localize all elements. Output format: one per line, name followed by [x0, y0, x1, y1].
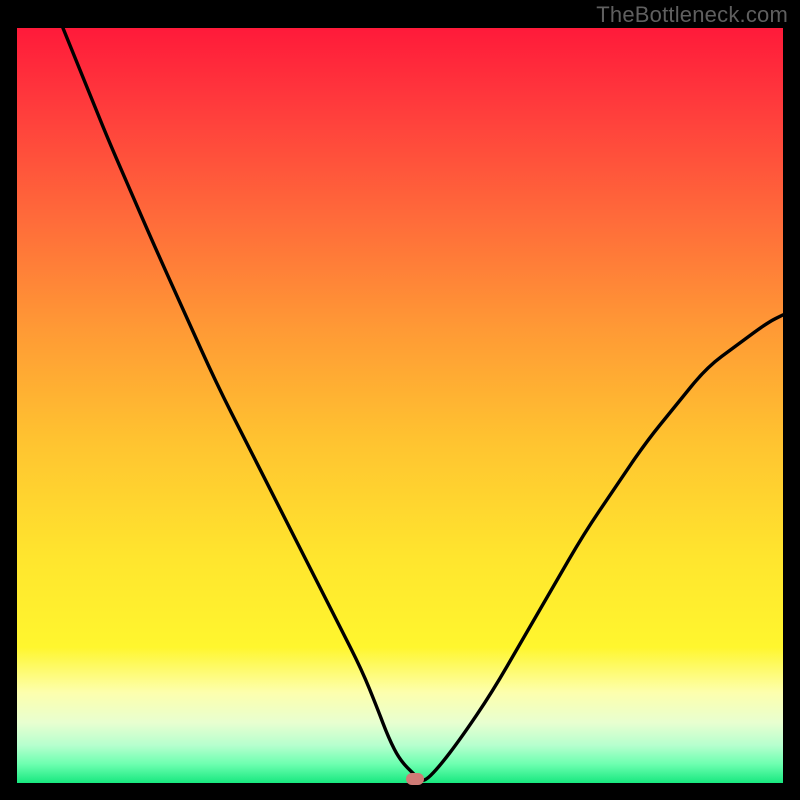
gradient-background	[17, 28, 783, 783]
plot-area	[17, 28, 783, 783]
watermark-text: TheBottleneck.com	[596, 2, 788, 28]
bottleneck-plot	[17, 28, 783, 783]
optimum-marker	[406, 773, 424, 785]
chart-frame: TheBottleneck.com	[0, 0, 800, 800]
